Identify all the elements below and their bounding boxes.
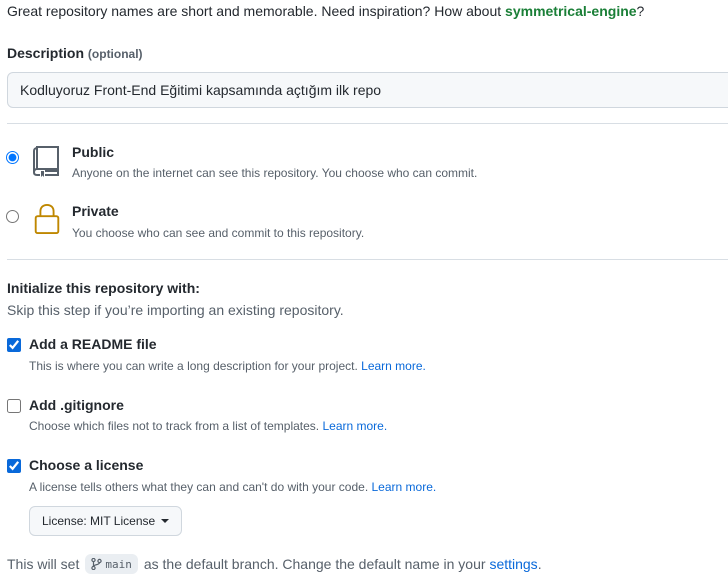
- optional-tag: (optional): [87, 47, 143, 61]
- description-label-text: Description: [7, 45, 85, 61]
- license-description-text: A license tells others what they can and…: [29, 480, 372, 494]
- branch-prefix: This will set: [7, 556, 80, 572]
- branch-middle-text: as the default branch. Change the defaul…: [143, 556, 486, 572]
- repo-name-hint-end: ?: [636, 3, 645, 19]
- license-select-button[interactable]: License: MIT License: [29, 506, 183, 536]
- gitignore-description-text: Choose which files not to track from a l…: [29, 419, 323, 433]
- settings-link[interactable]: settings: [489, 556, 537, 572]
- readme-description: This is where you can write a long descr…: [29, 359, 426, 373]
- license-title[interactable]: Choose a license: [29, 457, 143, 473]
- gitignore-title[interactable]: Add .gitignore: [29, 397, 124, 413]
- private-radio[interactable]: [6, 210, 19, 223]
- license-checkbox[interactable]: [7, 459, 21, 473]
- repo-icon: [32, 146, 59, 177]
- readme-checkbox[interactable]: [7, 338, 21, 352]
- repo-name-hint-text: Great repository names are short and mem…: [7, 3, 506, 19]
- default-branch-line: This will set main as the default branch…: [7, 554, 542, 574]
- private-description: You choose who can see and commit to thi…: [72, 226, 365, 240]
- license-learn-more-link[interactable]: Learn more.: [372, 480, 437, 494]
- branch-chip: main: [85, 554, 138, 574]
- caret-down-icon: [161, 519, 170, 523]
- public-title[interactable]: Public: [72, 144, 114, 160]
- readme-description-text: This is where you can write a long descr…: [29, 359, 362, 373]
- gitignore-learn-more-link[interactable]: Learn more.: [322, 419, 387, 433]
- repo-name-hint: Great repository names are short and mem…: [7, 3, 644, 19]
- readme-learn-more-link[interactable]: Learn more.: [361, 359, 426, 373]
- license-select-label: License: MIT License: [42, 514, 156, 528]
- description-input[interactable]: [7, 72, 728, 108]
- readme-title[interactable]: Add a README file: [29, 336, 157, 352]
- branch-name: main: [105, 557, 132, 571]
- public-description: Anyone on the internet can see this repo…: [72, 166, 478, 180]
- license-description: A license tells others what they can and…: [29, 480, 436, 494]
- gitignore-checkbox[interactable]: [7, 399, 21, 413]
- public-radio[interactable]: [6, 151, 19, 164]
- description-label: Description (optional): [7, 45, 143, 61]
- git-branch-icon: [91, 558, 103, 570]
- branch-end: .: [537, 556, 542, 572]
- gitignore-description: Choose which files not to track from a l…: [29, 419, 387, 433]
- initialize-title: Initialize this repository with:: [7, 280, 200, 296]
- divider: [7, 123, 728, 124]
- private-title[interactable]: Private: [72, 203, 119, 219]
- lock-icon: [34, 203, 60, 235]
- name-suggestion[interactable]: symmetrical-engine: [505, 3, 637, 19]
- divider: [7, 259, 728, 260]
- initialize-subtitle: Skip this step if you’re importing an ex…: [7, 302, 344, 318]
